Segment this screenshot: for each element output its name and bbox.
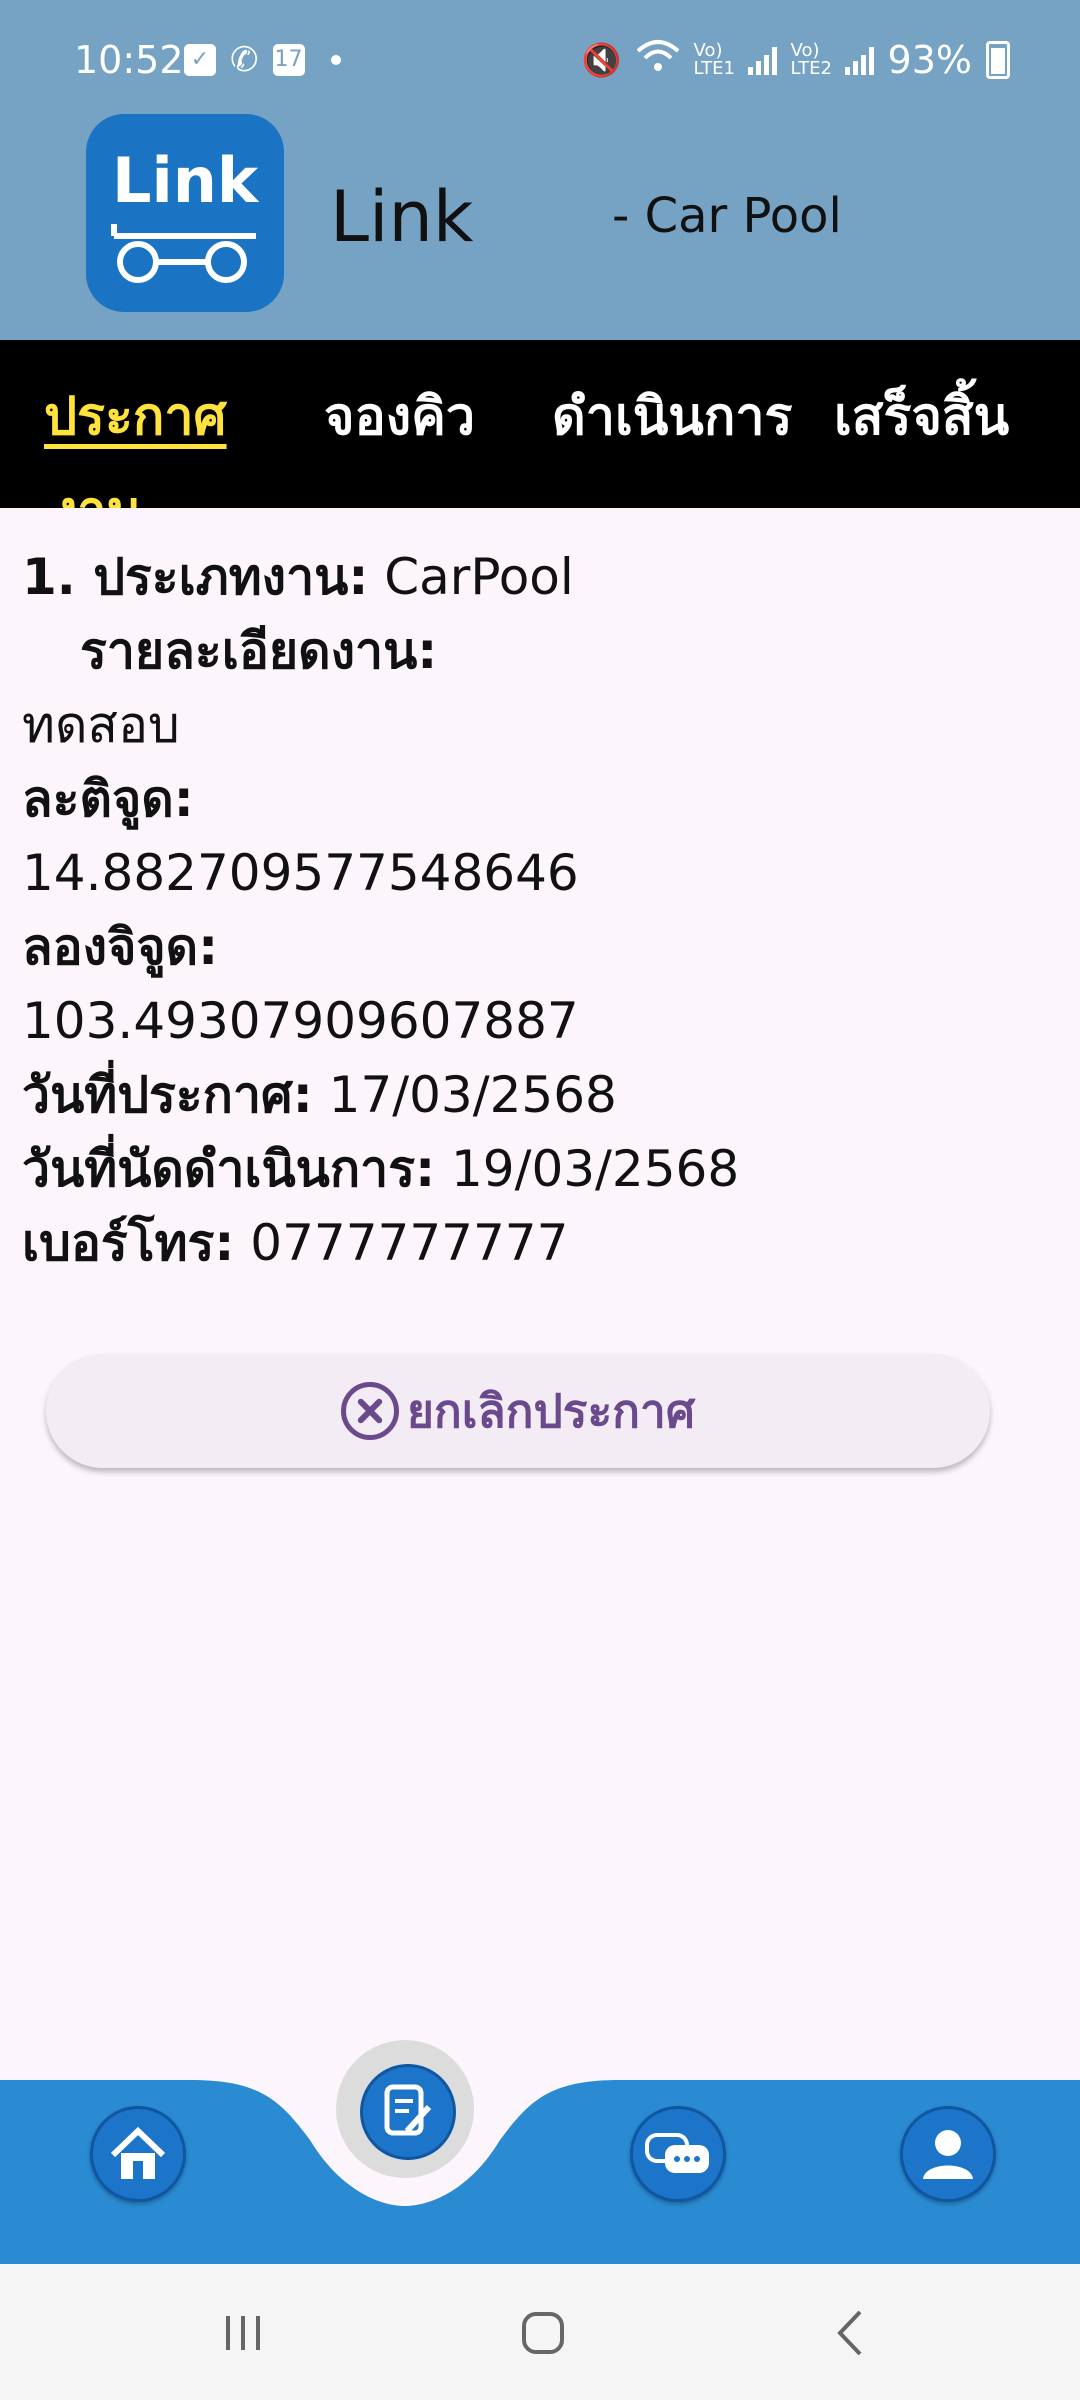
system-navigation-bar [0,2264,1080,2400]
logo-text: Link [112,144,259,217]
latitude-label: ละติจูด: [22,770,194,828]
job-type-label: 1. ประเภทงาน: [22,548,369,606]
tab-queue[interactable]: จองคิว [324,374,475,457]
job-detail-label: รายละเอียดงาน: [80,622,438,680]
signal-2-icon [844,45,874,75]
tab-in-progress[interactable]: ดำเนินการ [552,374,792,457]
app-name: Link [330,176,474,258]
longitude-value: 103.49307909607887 [22,992,579,1050]
app-header: 10:52 ✓ ✆ 17 🔇 Vo) LTE1 Vo) LTE2 93% Lin… [0,0,1080,340]
lte1-label: Vo) LTE1 [693,40,735,79]
chat-icon [645,2133,709,2173]
announce-date-value: 17/03/2568 [328,1066,617,1124]
job-type-row: 1. ประเภทงาน: CarPool [22,540,1058,614]
nav-edit-announcement[interactable] [360,2064,456,2160]
mute-icon: 🔇 [581,41,622,79]
status-bar: 10:52 ✓ ✆ 17 🔇 Vo) LTE1 Vo) LTE2 93% [74,34,1010,90]
home-button-icon[interactable] [518,2308,568,2358]
latitude-value: 14.882709577548646 [22,844,579,902]
appointment-date-label: วันที่นัดดำเนินการ: [22,1140,436,1198]
home-icon [110,2126,166,2179]
checkbox-notification-icon: ✓ [184,44,216,76]
nav-chat[interactable] [630,2106,726,2202]
lte2-label: Vo) LTE2 [790,40,832,79]
phone-value: 0777777777 [250,1214,569,1272]
tab-done[interactable]: เสร็จสิ้น [834,374,1009,457]
more-notifications-dot [330,55,341,65]
announce-date-label: วันที่ประกาศ: [22,1066,313,1124]
phone-label: เบอร์โทร: [22,1214,235,1272]
nav-home[interactable] [90,2106,186,2202]
cancel-button-label: ยกเลิกประกาศ [406,1383,696,1438]
calendar-icon: 17 [272,44,305,76]
missed-call-icon: ✆ [230,40,259,80]
app-logo: Link [86,114,284,312]
edit-document-icon [384,2084,432,2136]
cancel-announcement-button[interactable]: ยกเลิกประกาศ [46,1354,990,1468]
job-detail-label-row: รายละเอียดงาน: [22,614,1058,688]
announce-date-row: วันที่ประกาศ: 17/03/2568 [22,1058,1058,1132]
signal-1-icon [747,45,777,75]
profile-icon [923,2130,973,2179]
app-subtitle: - Car Pool [612,188,842,244]
back-icon[interactable] [826,2308,876,2358]
status-time: 10:52 [74,38,184,82]
nav-profile[interactable] [900,2106,996,2202]
phone-row: เบอร์โทร: 0777777777 [22,1206,1058,1280]
job-detail-value: ทดสอบ [22,696,180,754]
tab-announce-overflow: งาน [52,468,142,508]
tab-announce[interactable]: ประกาศ [44,374,227,457]
appointment-date-row: วันที่นัดดำเนินการ: 19/03/2568 [22,1132,1058,1206]
wifi-icon [636,38,680,82]
recent-apps-icon[interactable] [218,2308,268,2358]
cancel-circle-icon [340,1382,399,1440]
battery-icon [986,41,1010,79]
tab-bar: ประกาศ จองคิว ดำเนินการ เสร็จสิ้น งาน [0,340,1080,508]
job-type-value: CarPool [384,548,574,606]
battery-percent: 93% [887,38,972,82]
appointment-date-value: 19/03/2568 [450,1140,740,1198]
job-detail: 1. ประเภทงาน: CarPool รายละเอียดงาน: ทดส… [22,540,1058,1280]
longitude-label: ลองจิจูด: [22,918,219,976]
